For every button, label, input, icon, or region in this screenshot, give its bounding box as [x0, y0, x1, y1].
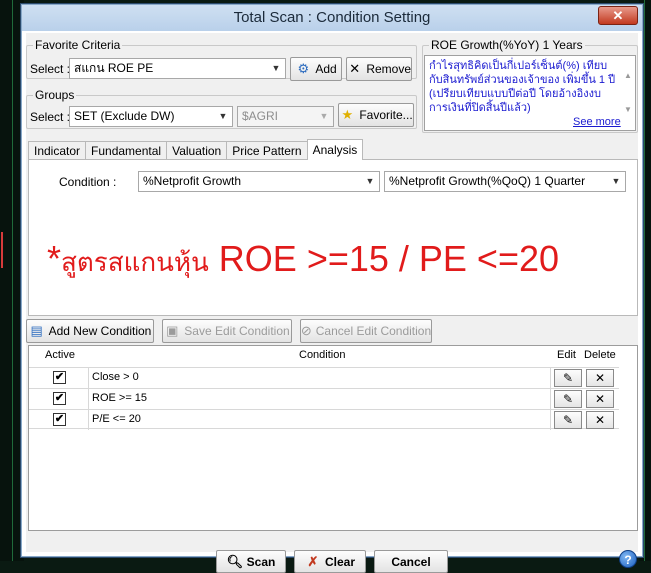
- condition-cell: ROE >= 15: [88, 389, 550, 409]
- favorite-criteria-legend: Favorite Criteria: [33, 38, 123, 52]
- edit-button[interactable]: ✎: [554, 390, 582, 408]
- remove-favorite-button[interactable]: ✕ Remove: [346, 57, 412, 81]
- edit-button[interactable]: ✎: [554, 369, 582, 387]
- header-active: Active: [45, 349, 75, 361]
- cancel-edit-condition-label: Cancel Edit Condition: [315, 324, 432, 338]
- active-checkbox[interactable]: ✔: [53, 371, 66, 384]
- save-edit-condition-label: Save Edit Condition: [184, 324, 290, 338]
- groups-legend: Groups: [33, 88, 77, 102]
- grid-header: Active Condition Edit Delete: [29, 346, 637, 366]
- tab-valuation[interactable]: Valuation: [166, 141, 228, 160]
- analysis-tab-panel: Condition : %Netprofit Growth ▼ %Netprof…: [28, 159, 638, 316]
- title-bar: Total Scan : Condition Setting ✕: [22, 5, 642, 31]
- chevron-down-icon: ▼: [218, 111, 228, 121]
- scan-button[interactable]: 🔍︎ Scan: [216, 550, 286, 573]
- chevron-down-icon: ▼: [611, 176, 621, 186]
- clear-button[interactable]: ✗ Clear: [294, 550, 366, 573]
- search-icon: 🔍︎: [226, 553, 244, 569]
- list-add-icon: ▤: [30, 323, 43, 338]
- help-icon[interactable]: ?: [619, 550, 637, 568]
- edit-button[interactable]: ✎: [554, 411, 582, 429]
- tab-fundamental[interactable]: Fundamental: [85, 141, 168, 160]
- add-favorite-label: Add: [315, 62, 337, 76]
- save-icon: ▣: [166, 323, 179, 338]
- remove-favorite-label: Remove: [366, 62, 411, 76]
- cancel-button[interactable]: Cancel: [374, 550, 448, 573]
- condition-cell: P/E <= 20: [88, 410, 550, 430]
- save-edit-condition-button[interactable]: ▣ Save Edit Condition: [162, 319, 292, 343]
- chevron-down-icon: ▼: [271, 63, 281, 73]
- table-row[interactable]: ✔ P/E <= 20 ✎ ✕: [29, 409, 620, 430]
- sector-dropdown[interactable]: $AGRI ▼: [237, 106, 334, 127]
- condition-label: Condition :: [59, 175, 117, 189]
- cancel-edit-condition-button[interactable]: ⊘ Cancel Edit Condition: [300, 319, 432, 343]
- tab-price-pattern[interactable]: Price Pattern: [226, 141, 308, 160]
- market-group-dropdown[interactable]: SET (Exclude DW) ▼: [69, 106, 233, 127]
- condition-cell: Close > 0: [88, 368, 550, 388]
- add-new-condition-button[interactable]: ▤ Add New Condition: [26, 319, 154, 343]
- star-icon: ★: [341, 107, 354, 122]
- favorite-select-label: Select :: [30, 62, 71, 76]
- description-body: กำไรสุทธิคิดเป็นกี่เปอร์เซ็นต์(%) เทียบก…: [429, 60, 616, 114]
- table-row[interactable]: ✔ Close > 0 ✎ ✕: [29, 367, 620, 388]
- window-title: Total Scan : Condition Setting: [233, 9, 431, 26]
- x-icon: ✕: [594, 413, 606, 427]
- add-favorite-button[interactable]: ⚙ Add: [290, 57, 342, 81]
- clear-icon: ✗: [307, 553, 319, 569]
- cancel-circle-icon: ⊘: [300, 323, 312, 338]
- chevron-down-icon: ▼: [365, 176, 375, 186]
- pencil-icon: ✎: [562, 413, 574, 427]
- cancel-label: Cancel: [391, 554, 431, 569]
- header-edit: Edit: [557, 349, 576, 361]
- criteria-tabs: Indicator Fundamental Valuation Price Pa…: [28, 139, 364, 160]
- sector-value: $AGRI: [242, 109, 279, 123]
- header-delete: Delete: [584, 349, 616, 361]
- gear-add-icon: ⚙: [297, 61, 310, 76]
- delete-button[interactable]: ✕: [586, 390, 614, 408]
- banner-formula: ROE >=15 / PE <=20: [208, 238, 560, 279]
- row-actions: ✎ ✕: [550, 389, 620, 409]
- dialog-body: Favorite Criteria Select : สแกน ROE PE ▼…: [26, 33, 638, 573]
- x-icon: ✕: [594, 371, 606, 385]
- close-icon: ✕: [612, 8, 624, 23]
- banner-thai-text: สูตรสแกนหุ้น: [61, 247, 209, 277]
- active-checkbox[interactable]: ✔: [53, 413, 66, 426]
- market-group-value: SET (Exclude DW): [74, 109, 175, 123]
- groups-select-label: Select :: [30, 110, 71, 124]
- tab-analysis[interactable]: Analysis: [306, 139, 364, 160]
- clear-label: Clear: [324, 554, 356, 569]
- banner-asterisk: *: [47, 238, 62, 279]
- row-actions: ✎ ✕: [550, 410, 620, 430]
- delete-button[interactable]: ✕: [586, 411, 614, 429]
- description-legend: ROE Growth(%YoY) 1 Years: [429, 38, 585, 52]
- overlay-banner: *สูตรสแกนหุ้น ROE >=15 / PE <=20: [47, 238, 559, 283]
- x-icon: ✕: [594, 392, 606, 406]
- description-scrollbar[interactable]: ▲ ▼: [622, 59, 634, 129]
- add-new-condition-label: Add New Condition: [48, 324, 152, 338]
- favorite-criteria-value: สแกน ROE PE: [74, 61, 154, 75]
- pencil-icon: ✎: [562, 392, 574, 406]
- x-icon: ✕: [349, 61, 361, 76]
- favorite-criteria-dropdown[interactable]: สแกน ROE PE ▼: [69, 58, 286, 79]
- conditions-grid: Active Condition Edit Delete ✔ Close > 0…: [28, 345, 638, 531]
- active-checkbox[interactable]: ✔: [53, 392, 66, 405]
- favorite-group-button[interactable]: ★ Favorite...: [338, 103, 414, 127]
- see-more-link[interactable]: See more: [573, 116, 621, 128]
- pencil-icon: ✎: [562, 371, 574, 385]
- sub-condition-dropdown[interactable]: %Netprofit Growth(%QoQ) 1 Quarter ▼: [384, 171, 626, 192]
- condition-dropdown[interactable]: %Netprofit Growth ▼: [138, 171, 380, 192]
- sub-condition-value: %Netprofit Growth(%QoQ) 1 Quarter: [389, 174, 586, 188]
- chevron-down-icon: ▼: [319, 111, 329, 121]
- tab-indicator[interactable]: Indicator: [28, 141, 87, 160]
- condition-setting-window: Total Scan : Condition Setting ✕ Favorit…: [21, 4, 643, 573]
- row-actions: ✎ ✕: [550, 368, 620, 388]
- scan-label: Scan: [246, 554, 276, 569]
- header-condition: Condition: [299, 349, 346, 361]
- help-icon-glyph: ?: [624, 553, 632, 567]
- condition-value: %Netprofit Growth: [143, 174, 242, 188]
- close-button[interactable]: ✕: [598, 6, 638, 25]
- delete-button[interactable]: ✕: [586, 369, 614, 387]
- table-row[interactable]: ✔ ROE >= 15 ✎ ✕: [29, 388, 620, 409]
- favorite-group-label: Favorite...: [359, 108, 413, 122]
